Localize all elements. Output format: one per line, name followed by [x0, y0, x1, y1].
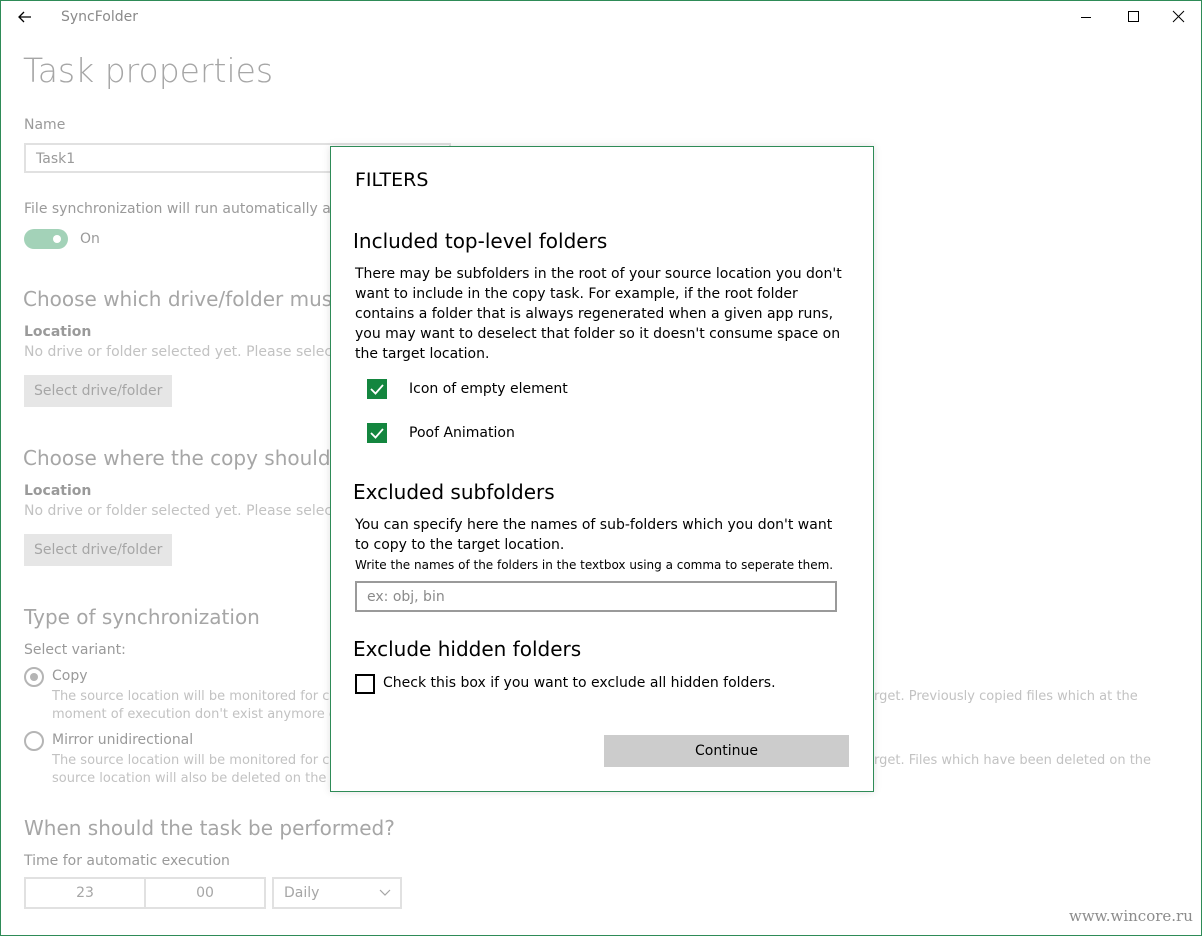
folder-checkbox-2[interactable]	[367, 423, 387, 443]
sync-type-title: Type of synchronization	[24, 605, 260, 629]
minute-input[interactable]: 00	[144, 877, 266, 909]
watermark: www.wincore.ru	[1069, 907, 1193, 925]
mirror-desc-line2-left: source location will also be deleted on …	[52, 771, 344, 786]
toggle-knob	[53, 235, 61, 243]
maximize-button[interactable]	[1110, 1, 1156, 33]
target-select-button[interactable]: Select drive/folder	[24, 534, 173, 566]
folder-label-1: Icon of empty element	[409, 381, 568, 397]
frequency-select[interactable]: Daily	[272, 877, 402, 909]
time-label: Time for automatic execution	[24, 853, 230, 869]
folder-checkbox-1[interactable]	[367, 379, 387, 399]
copy-desc-line1-right: rget. Previously copied files which at t…	[874, 689, 1138, 704]
mirror-desc-line1-right: rget. Files which have been deleted on t…	[874, 753, 1152, 768]
radio-selected-dot	[30, 673, 38, 681]
copy-desc-line2-left: moment of execution don't exist anymore …	[52, 707, 346, 722]
check-icon	[370, 384, 384, 395]
arrow-left-icon	[18, 11, 31, 23]
schedule-title: When should the task be performed?	[24, 816, 395, 840]
target-location-hint: No drive or folder selected yet. Please …	[24, 503, 351, 519]
title-bar: SyncFolder	[1, 1, 1201, 33]
radio-mirror-label: Mirror unidirectional	[52, 732, 194, 748]
excluded-note: Write the names of the folders in the te…	[355, 558, 834, 572]
select-variant-label: Select variant:	[24, 642, 126, 658]
radio-copy[interactable]	[24, 667, 44, 687]
mirror-desc-line1-left: The source location will be monitored fo…	[52, 753, 346, 768]
source-location-label: Location	[24, 324, 92, 340]
exclude-hidden-checkbox[interactable]	[355, 674, 375, 694]
hidden-heading: Exclude hidden folders	[353, 637, 582, 661]
toggle-label: On	[80, 231, 100, 247]
auto-run-toggle[interactable]	[24, 229, 68, 249]
exclude-hidden-label: Check this box if you want to exclude al…	[383, 675, 776, 691]
frequency-value: Daily	[284, 885, 320, 901]
continue-button[interactable]: Continue	[604, 735, 849, 767]
source-section-title: Choose which drive/folder must be	[23, 287, 372, 311]
radio-mirror[interactable]	[24, 731, 44, 751]
source-select-button[interactable]: Select drive/folder	[24, 375, 173, 407]
excluded-subfolders-input[interactable]	[355, 581, 837, 612]
back-button[interactable]	[11, 5, 39, 29]
chevron-down-icon	[379, 889, 391, 896]
radio-copy-label: Copy	[52, 668, 88, 684]
excluded-heading: Excluded subfolders	[353, 480, 555, 504]
target-section-title: Choose where the copy should be s	[23, 446, 379, 470]
source-location-hint: No drive or folder selected yet. Please …	[24, 344, 351, 360]
filters-dialog: FILTERS Included top-level folders There…	[330, 146, 874, 792]
check-icon	[370, 428, 384, 439]
dialog-title: FILTERS	[355, 169, 429, 191]
target-location-label: Location	[24, 483, 92, 499]
maximize-icon	[1128, 11, 1139, 22]
included-text: There may be subfolders in the root of y…	[355, 266, 842, 362]
app-title: SyncFolder	[61, 9, 139, 25]
hour-input[interactable]: 23	[24, 877, 146, 909]
minimize-icon	[1081, 17, 1091, 18]
folder-label-2: Poof Animation	[409, 425, 515, 441]
minimize-button[interactable]	[1063, 1, 1109, 33]
auto-run-text: File synchronization will run automatica…	[24, 201, 356, 217]
copy-desc-line1-left: The source location will be monitored fo…	[52, 689, 346, 704]
app-window: SyncFolder Task properties Name Task1 Fi…	[0, 0, 1202, 936]
name-label: Name	[24, 117, 66, 133]
page-title: Task properties	[23, 51, 274, 90]
included-heading: Included top-level folders	[353, 229, 608, 253]
excluded-text: You can specify here the names of sub-fo…	[355, 517, 833, 553]
close-button[interactable]	[1155, 1, 1201, 33]
close-icon	[1172, 10, 1185, 23]
